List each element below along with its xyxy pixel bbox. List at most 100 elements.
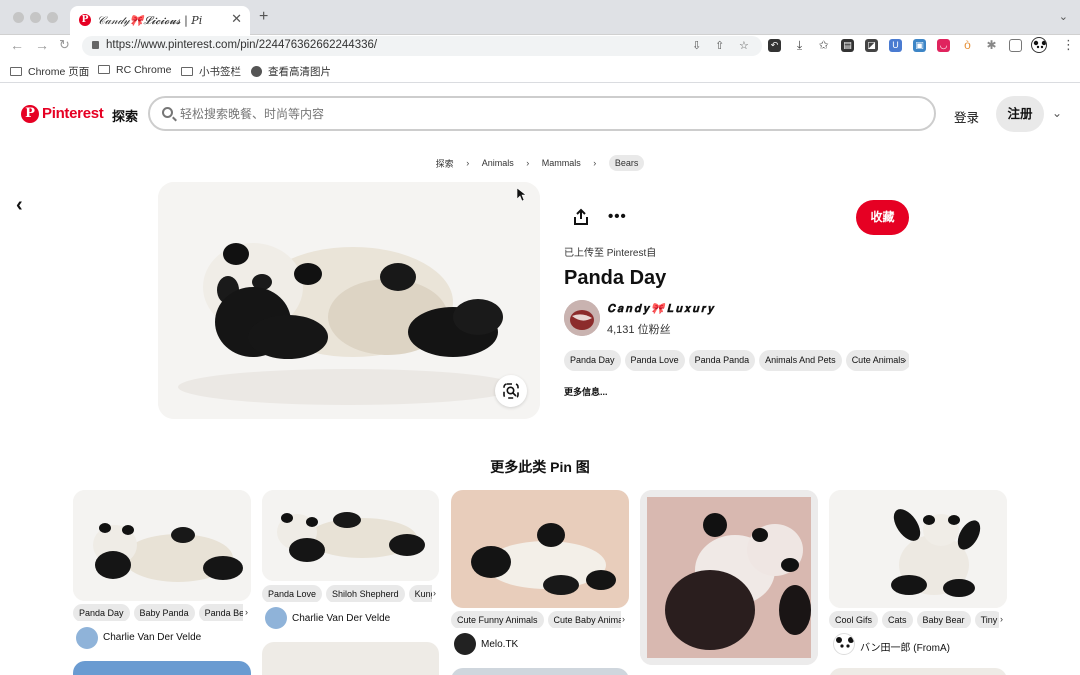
search-input[interactable] xyxy=(180,104,880,124)
explore-link[interactable]: 探索 xyxy=(112,106,138,125)
tag-chip[interactable]: Panda Love xyxy=(624,350,685,371)
tag-chip[interactable]: Shiloh Shepherd xyxy=(326,585,405,602)
new-tab-icon[interactable]: + xyxy=(259,8,268,26)
more-options-icon[interactable]: ••• xyxy=(608,208,627,225)
pin-card-image[interactable] xyxy=(829,490,1007,608)
card-author-avatar[interactable] xyxy=(265,607,287,629)
window-minimize-button[interactable] xyxy=(30,12,41,23)
tag-chip[interactable]: Tiny xyxy=(974,611,999,628)
save-button[interactable]: 收藏 xyxy=(856,200,909,235)
folder-icon xyxy=(181,67,193,76)
card-author-avatar[interactable] xyxy=(833,633,855,655)
share-page-icon[interactable]: ⇧ xyxy=(715,39,724,52)
chevron-right-icon: › xyxy=(466,158,470,168)
breadcrumb-item[interactable]: Animals xyxy=(482,158,514,168)
card-author-name[interactable]: Charlie Van Der Velde xyxy=(103,632,201,643)
card-author-avatar[interactable] xyxy=(454,633,476,655)
pin-card-image[interactable] xyxy=(262,490,439,581)
bookmark-item[interactable]: RC Chrome xyxy=(98,64,171,76)
more-info-link[interactable]: 更多信息... xyxy=(564,385,608,398)
extension-pocket-icon[interactable]: ◡ xyxy=(937,39,950,52)
tag-chip[interactable]: Panda Bear xyxy=(198,604,243,621)
bookmark-star-icon[interactable]: ☆ xyxy=(739,39,749,52)
chevron-right-icon[interactable]: › xyxy=(903,355,906,366)
search-bar[interactable] xyxy=(148,96,936,131)
chevron-down-icon[interactable]: ⌄ xyxy=(1052,106,1062,120)
extension-fruit-icon[interactable]: ò xyxy=(961,39,974,52)
tag-chip[interactable]: Baby Bear xyxy=(916,611,971,628)
tag-chip[interactable]: Animals And Pets xyxy=(759,350,842,371)
chevron-right-icon[interactable]: › xyxy=(1000,614,1003,624)
extension-rewind-icon[interactable]: ↶ xyxy=(768,39,781,52)
pinterest-wordmark[interactable]: Pinterest xyxy=(42,105,104,122)
tag-chip[interactable]: Baby Panda xyxy=(133,604,195,621)
extension-star-icon[interactable]: ✩ xyxy=(817,39,830,52)
tag-chip[interactable]: Cool Gifs xyxy=(829,611,879,628)
window-close-button[interactable] xyxy=(13,12,24,23)
extension-store-icon[interactable]: ▤ xyxy=(841,39,854,52)
bookmark-item[interactable]: Chrome 页面 xyxy=(10,64,89,79)
visual-search-lens-icon[interactable] xyxy=(495,375,527,407)
pin-card-image[interactable] xyxy=(829,668,1007,675)
breadcrumb-item[interactable]: 探索 xyxy=(436,157,454,170)
download-icon[interactable]: ⤓ xyxy=(793,39,806,52)
tag-chip[interactable]: Cute Baby Animals xyxy=(547,611,621,628)
pin-card-image[interactable] xyxy=(73,661,251,675)
card-author-avatar[interactable] xyxy=(76,627,98,649)
pin-card-image[interactable] xyxy=(262,642,439,675)
tag-chip[interactable]: Cute Funny Animals xyxy=(451,611,544,628)
back-arrow-icon[interactable]: ← xyxy=(10,37,24,53)
login-button[interactable]: 登录 xyxy=(954,107,979,126)
tag-chip[interactable]: Panda Love xyxy=(262,585,323,602)
tag-chip[interactable]: Cats xyxy=(882,611,913,628)
globe-icon xyxy=(251,66,262,77)
pin-card-image[interactable] xyxy=(73,490,251,601)
extensions-puzzle-icon[interactable]: ✱ xyxy=(985,39,998,52)
card-author-name[interactable]: Charlie Van Der Velde xyxy=(292,613,390,624)
tag-chip[interactable]: Panda Day xyxy=(564,350,621,371)
tag-chip[interactable]: Panda Day xyxy=(73,604,130,621)
extension-u-icon[interactable]: U xyxy=(889,39,902,52)
chevron-right-icon[interactable]: › xyxy=(433,588,436,598)
pin-card-image[interactable] xyxy=(451,490,629,608)
profile-avatar-icon[interactable] xyxy=(1031,37,1047,53)
browser-tab[interactable]: P 𝒞𝒶𝓃𝒹𝓎🎀𝓛𝓲𝓬𝓲𝓸𝓾𝓼 | Pi ✕ xyxy=(70,6,250,35)
browser-tab-bar: P 𝒞𝒶𝓃𝒹𝓎🎀𝓛𝓲𝓬𝓲𝓸𝓾𝓼 | Pi ✕ + ⌄ xyxy=(0,0,1080,35)
author-avatar[interactable] xyxy=(564,300,600,336)
tab-close-icon[interactable]: ✕ xyxy=(231,11,242,27)
tag-chip[interactable]: Kung Fu xyxy=(408,585,432,602)
extension-save-icon[interactable]: ▣ xyxy=(913,39,926,52)
card-author-name[interactable]: Melo.TK xyxy=(481,639,518,650)
author-name[interactable]: 𝐂𝐚𝐧𝐝𝐲🎀𝐋𝐮𝐱𝐮𝐫𝐲 xyxy=(607,302,715,316)
pin-image[interactable] xyxy=(158,182,540,419)
card-author-name[interactable]: バン田一郎 (FromA) xyxy=(860,639,950,654)
signup-button[interactable]: 注册 xyxy=(996,96,1044,132)
omnibox[interactable]: https://www.pinterest.com/pin/2244763626… xyxy=(82,36,762,56)
tag-chip[interactable]: Cute Animals xyxy=(845,350,909,371)
chevron-right-icon: › xyxy=(526,158,530,168)
window-zoom-button[interactable] xyxy=(47,12,58,23)
breadcrumb-item[interactable]: Mammals xyxy=(542,158,581,168)
share-icon[interactable] xyxy=(572,208,590,231)
pinterest-logo-icon[interactable]: P xyxy=(21,105,39,123)
tab-list-chevron-icon[interactable]: ⌄ xyxy=(1059,10,1068,23)
chevron-right-icon[interactable]: › xyxy=(245,607,248,617)
pin-card-image[interactable] xyxy=(640,490,818,665)
back-arrow-icon[interactable]: ‹ xyxy=(16,194,23,217)
url-text: https://www.pinterest.com/pin/2244763626… xyxy=(106,39,378,51)
tag-chip[interactable]: Panda Panda xyxy=(688,350,756,371)
reload-icon[interactable]: ↻ xyxy=(59,37,70,53)
pin-card-image[interactable] xyxy=(451,668,629,675)
side-panel-icon[interactable] xyxy=(1009,39,1022,52)
uploaded-from-text: 已上传至 Pinterest自 xyxy=(564,248,657,259)
bookmark-item[interactable]: 小书签栏 xyxy=(181,64,241,79)
browser-menu-icon[interactable]: ⋮ xyxy=(1062,37,1075,53)
chevron-right-icon: › xyxy=(593,158,597,168)
install-app-icon[interactable]: ⇩ xyxy=(692,39,701,52)
bookmark-item[interactable]: 查看高清图片 xyxy=(251,64,331,79)
extension-image-icon[interactable]: ◪ xyxy=(865,39,878,52)
breadcrumb-item-current[interactable]: Bears xyxy=(608,155,645,171)
chevron-right-icon[interactable]: › xyxy=(622,614,625,624)
forward-arrow-icon[interactable]: → xyxy=(35,37,49,53)
card-tags: Panda LoveShiloh ShepherdKung Fu xyxy=(262,584,432,602)
